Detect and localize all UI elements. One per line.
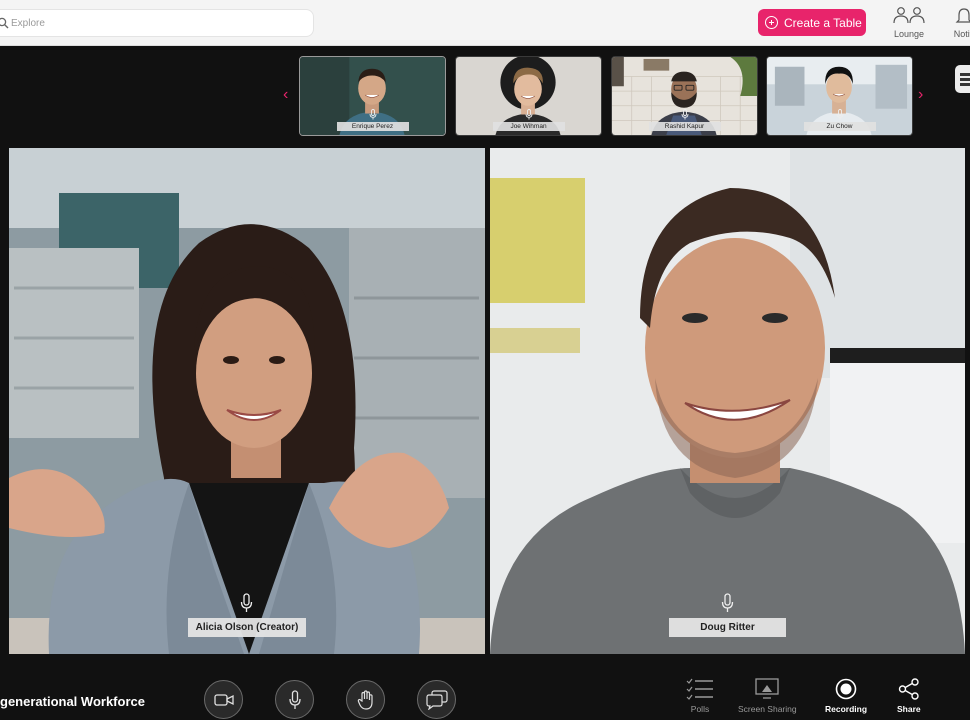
raise-hand-icon <box>357 689 373 710</box>
recording-label: Recording <box>825 704 868 714</box>
microphone-icon <box>525 109 532 120</box>
participant-name: Joe Wihman <box>492 122 565 131</box>
participant-name: Zu Chow <box>803 122 876 131</box>
people-icon <box>893 7 925 24</box>
microphone-toggle-button[interactable] <box>275 680 314 719</box>
video-tile[interactable] <box>9 148 485 654</box>
share-label: Share <box>897 704 921 714</box>
nav-lounge[interactable]: Lounge <box>890 6 928 39</box>
camera-icon <box>213 693 234 706</box>
participant-video <box>490 148 965 654</box>
create-table-label: Create a Table <box>784 15 862 30</box>
participant-name: Rashid Kapur <box>648 122 721 131</box>
nav-notifications[interactable]: Notifi <box>944 6 970 39</box>
participant-thumb[interactable]: Enrique Perez <box>299 56 446 136</box>
microphone-icon <box>240 593 253 612</box>
participant-name-plate: Doug Ritter <box>669 618 786 637</box>
participant-thumb[interactable]: Rashid Kapur <box>611 56 758 136</box>
participant-video <box>9 148 485 654</box>
search-bar[interactable] <box>0 9 314 37</box>
record-icon <box>835 678 857 700</box>
camera-toggle-button[interactable] <box>204 680 243 719</box>
bell-icon <box>955 8 970 23</box>
microphone-icon <box>721 593 734 612</box>
top-bar: Create a Table Lounge Notifi <box>0 0 970 46</box>
strip-prev-arrow-icon[interactable]: ‹ <box>283 87 288 103</box>
participant-name: Enrique Perez <box>336 122 409 131</box>
search-icon <box>0 17 9 29</box>
screen-share-icon <box>755 678 779 699</box>
microphone-icon <box>836 109 843 120</box>
microphone-icon <box>288 689 301 709</box>
create-table-button[interactable]: Create a Table <box>758 9 866 36</box>
polls-icon <box>686 678 713 700</box>
screen-sharing-button[interactable]: Screen Sharing <box>738 678 797 714</box>
recording-button[interactable]: Recording <box>825 678 867 714</box>
polls-label: Polls <box>690 704 710 714</box>
plus-circle-icon <box>765 16 778 29</box>
microphone-icon <box>369 109 376 120</box>
nav-notifications-label: Notifi <box>953 29 970 39</box>
share-button[interactable]: Share <box>897 678 921 714</box>
participant-thumb[interactable]: Joe Wihman <box>455 56 602 136</box>
participant-name-plate: Alicia Olson (Creator) <box>188 618 306 637</box>
participant-thumb[interactable]: Zu Chow <box>766 56 913 136</box>
share-icon <box>898 678 919 700</box>
search-input[interactable] <box>11 14 301 33</box>
chat-icon <box>425 689 448 710</box>
polls-button[interactable]: Polls <box>686 678 714 714</box>
sidebar-toggle-icon[interactable] <box>955 65 970 93</box>
video-tile[interactable] <box>490 148 965 654</box>
screen-sharing-label: Screen Sharing <box>738 704 797 714</box>
chat-button[interactable] <box>417 680 456 719</box>
raise-hand-button[interactable] <box>346 680 385 719</box>
session-title: generational Workforce <box>0 694 145 709</box>
nav-lounge-label: Lounge <box>893 29 925 39</box>
strip-next-arrow-icon[interactable]: › <box>918 87 923 103</box>
microphone-icon <box>681 109 688 120</box>
